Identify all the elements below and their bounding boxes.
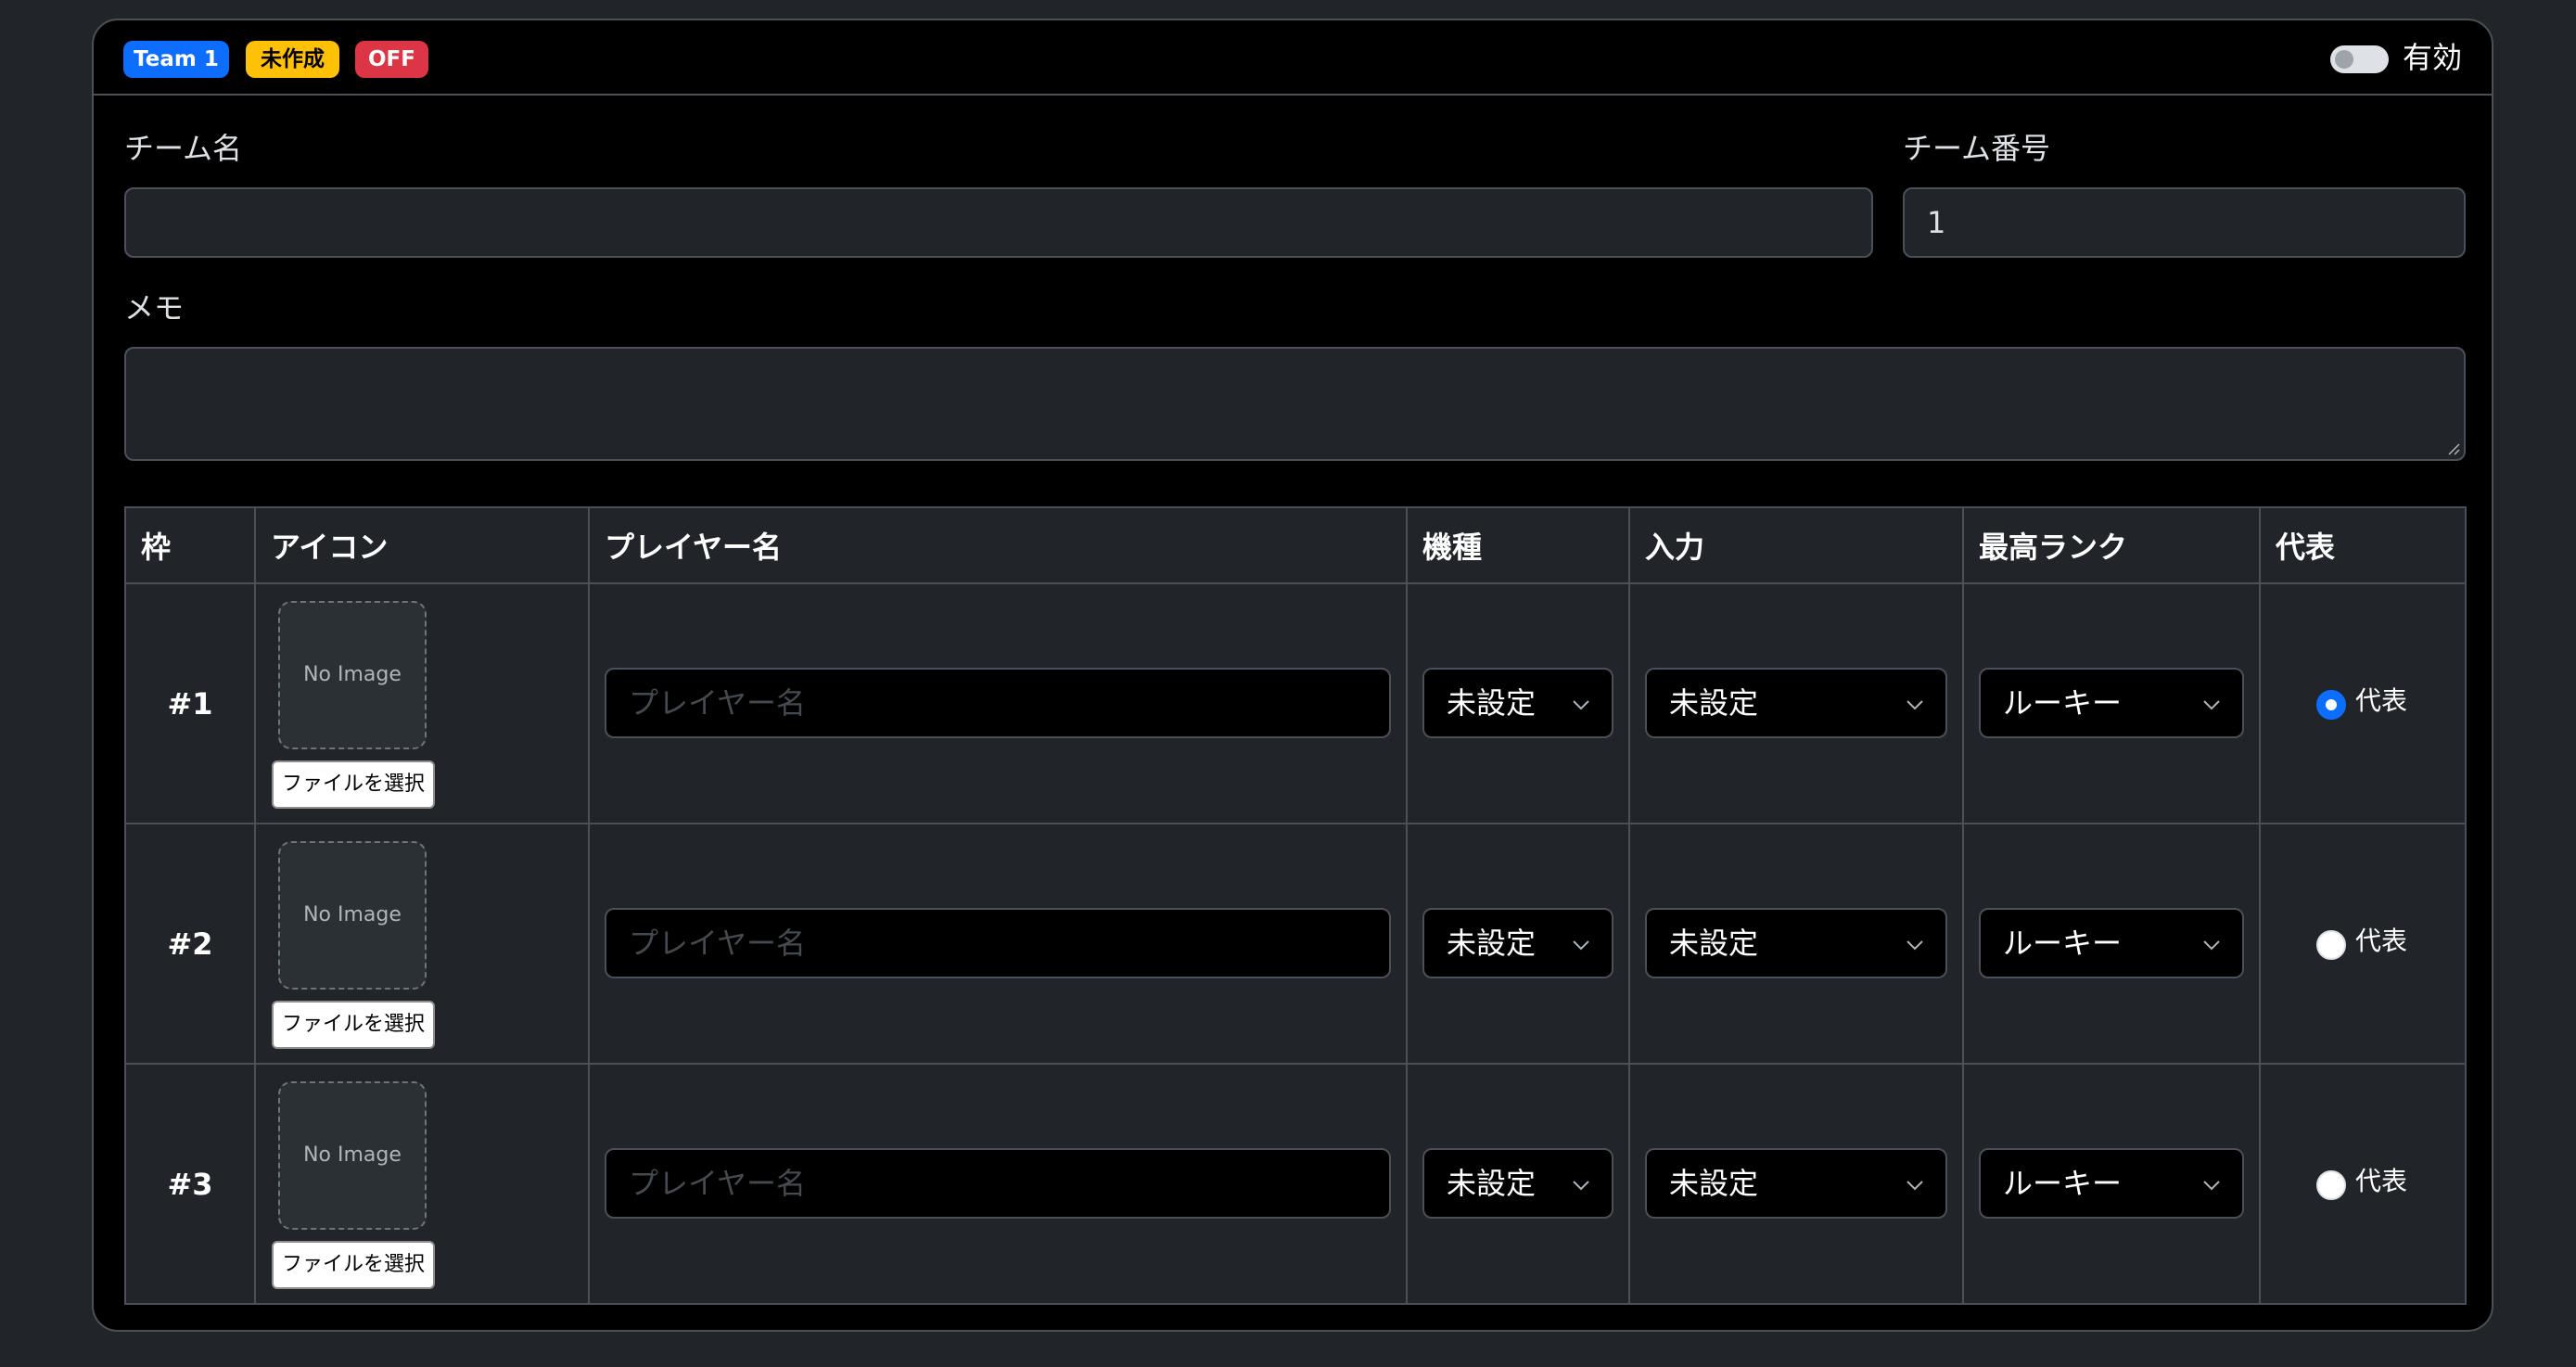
rank-select[interactable]: ルーキー: [1979, 668, 2244, 738]
chevron-down-icon: [2203, 1181, 2220, 1191]
toggle-knob: [2335, 50, 2353, 69]
table-row: #2 No Image ファイルを選択 プレイヤー名 未設定 未設定 ルーキー …: [124, 823, 2467, 1065]
slot-number: #1: [124, 582, 256, 824]
file-select-button[interactable]: ファイルを選択: [272, 1001, 435, 1049]
memo-label: メモ: [124, 290, 185, 326]
platform-cell: 未設定: [1406, 582, 1630, 824]
platform-select[interactable]: 未設定: [1422, 908, 1613, 978]
rank-cell: ルーキー: [1962, 582, 2261, 824]
col-header-icon: アイコン: [254, 506, 590, 584]
table-row: #1 No Image ファイルを選択 プレイヤー名 未設定 未設定 ルーキー …: [124, 582, 2467, 824]
chevron-down-icon: [1906, 1181, 1923, 1191]
input-select-value: 未設定: [1669, 1166, 1759, 1201]
memo-textarea[interactable]: [124, 347, 2466, 461]
players-table: 枠 アイコン プレイヤー名 機種 入力 最高ランク 代表 #1 No Image…: [124, 506, 2467, 1305]
input-cell: 未設定: [1628, 1063, 1964, 1305]
rank-select[interactable]: ルーキー: [1979, 1148, 2244, 1219]
representative-cell: 代表: [2259, 823, 2467, 1065]
team-name-label: チーム名: [124, 131, 243, 166]
col-header-max-rank: 最高ランク: [1962, 506, 2261, 584]
team-card: Team 1 未作成 OFF 有効 チーム名 チーム番号 1 メモ 枠 アイコン…: [92, 19, 2493, 1332]
representative-radio[interactable]: [2316, 930, 2346, 960]
input-select[interactable]: 未設定: [1645, 1148, 1947, 1219]
slot-number: #2: [124, 823, 256, 1065]
no-image-placeholder: No Image: [278, 601, 427, 749]
slot-number: #3: [124, 1063, 256, 1305]
enabled-toggle[interactable]: [2330, 45, 2389, 73]
chevron-down-icon: [2203, 700, 2220, 710]
representative-radio[interactable]: [2316, 1170, 2346, 1200]
representative-label: 代表: [2355, 926, 2408, 956]
representative-label: 代表: [2355, 1166, 2408, 1196]
player-name-cell: プレイヤー名: [588, 823, 1408, 1065]
rank-select-value: ルーキー: [2003, 685, 2123, 721]
platform-cell: 未設定: [1406, 1063, 1630, 1305]
team-name-input[interactable]: [124, 187, 1873, 258]
representative-cell: 代表: [2259, 582, 2467, 824]
input-select[interactable]: 未設定: [1645, 668, 1947, 738]
col-header-slot: 枠: [124, 506, 256, 584]
chevron-down-icon: [1573, 940, 1589, 951]
player-name-cell: プレイヤー名: [588, 582, 1408, 824]
file-select-button[interactable]: ファイルを選択: [272, 760, 435, 809]
icon-cell: No Image ファイルを選択: [254, 582, 590, 824]
rank-select-value: ルーキー: [2003, 1166, 2123, 1201]
chevron-down-icon: [1906, 940, 1923, 951]
representative-cell: 代表: [2259, 1063, 2467, 1305]
rank-cell: ルーキー: [1962, 823, 2261, 1065]
col-header-representative: 代表: [2259, 506, 2467, 584]
table-row: #3 No Image ファイルを選択 プレイヤー名 未設定 未設定 ルーキー …: [124, 1063, 2467, 1305]
icon-cell: No Image ファイルを選択: [254, 1063, 590, 1305]
player-name-input[interactable]: プレイヤー名: [605, 1148, 1391, 1219]
representative-label: 代表: [2355, 685, 2408, 716]
representative-radio[interactable]: [2316, 690, 2346, 720]
chevron-down-icon: [1906, 700, 1923, 710]
table-header-row: 枠 アイコン プレイヤー名 機種 入力 最高ランク 代表: [124, 506, 2467, 584]
card-header: Team 1 未作成 OFF 有効: [94, 20, 2492, 96]
platform-select[interactable]: 未設定: [1422, 1148, 1613, 1219]
file-select-button[interactable]: ファイルを選択: [272, 1241, 435, 1289]
off-badge: OFF: [355, 41, 428, 78]
col-header-platform: 機種: [1406, 506, 1630, 584]
input-select-value: 未設定: [1669, 685, 1759, 721]
input-select-value: 未設定: [1669, 926, 1759, 961]
rank-select-value: ルーキー: [2003, 926, 2123, 961]
status-badge: 未作成: [246, 41, 339, 78]
chevron-down-icon: [2203, 940, 2220, 951]
player-name-cell: プレイヤー名: [588, 1063, 1408, 1305]
player-name-input[interactable]: プレイヤー名: [605, 908, 1391, 978]
team-number-input[interactable]: 1: [1903, 187, 2466, 258]
chevron-down-icon: [1573, 1181, 1589, 1191]
platform-select-value: 未設定: [1447, 926, 1537, 961]
input-select[interactable]: 未設定: [1645, 908, 1947, 978]
enabled-toggle-label: 有効: [2403, 40, 2463, 75]
team-badge: Team 1: [123, 41, 229, 78]
col-header-input: 入力: [1628, 506, 1964, 584]
rank-cell: ルーキー: [1962, 1063, 2261, 1305]
icon-cell: No Image ファイルを選択: [254, 823, 590, 1065]
input-cell: 未設定: [1628, 823, 1964, 1065]
platform-cell: 未設定: [1406, 823, 1630, 1065]
chevron-down-icon: [1573, 700, 1589, 710]
rank-select[interactable]: ルーキー: [1979, 908, 2244, 978]
no-image-placeholder: No Image: [278, 1081, 427, 1230]
input-cell: 未設定: [1628, 582, 1964, 824]
player-name-input[interactable]: プレイヤー名: [605, 668, 1391, 738]
no-image-placeholder: No Image: [278, 841, 427, 990]
col-header-player-name: プレイヤー名: [588, 506, 1408, 584]
platform-select-value: 未設定: [1447, 1166, 1537, 1201]
team-number-label: チーム番号: [1903, 131, 2051, 166]
resize-grip-icon[interactable]: [2447, 442, 2460, 455]
platform-select-value: 未設定: [1447, 685, 1537, 721]
platform-select[interactable]: 未設定: [1422, 668, 1613, 738]
